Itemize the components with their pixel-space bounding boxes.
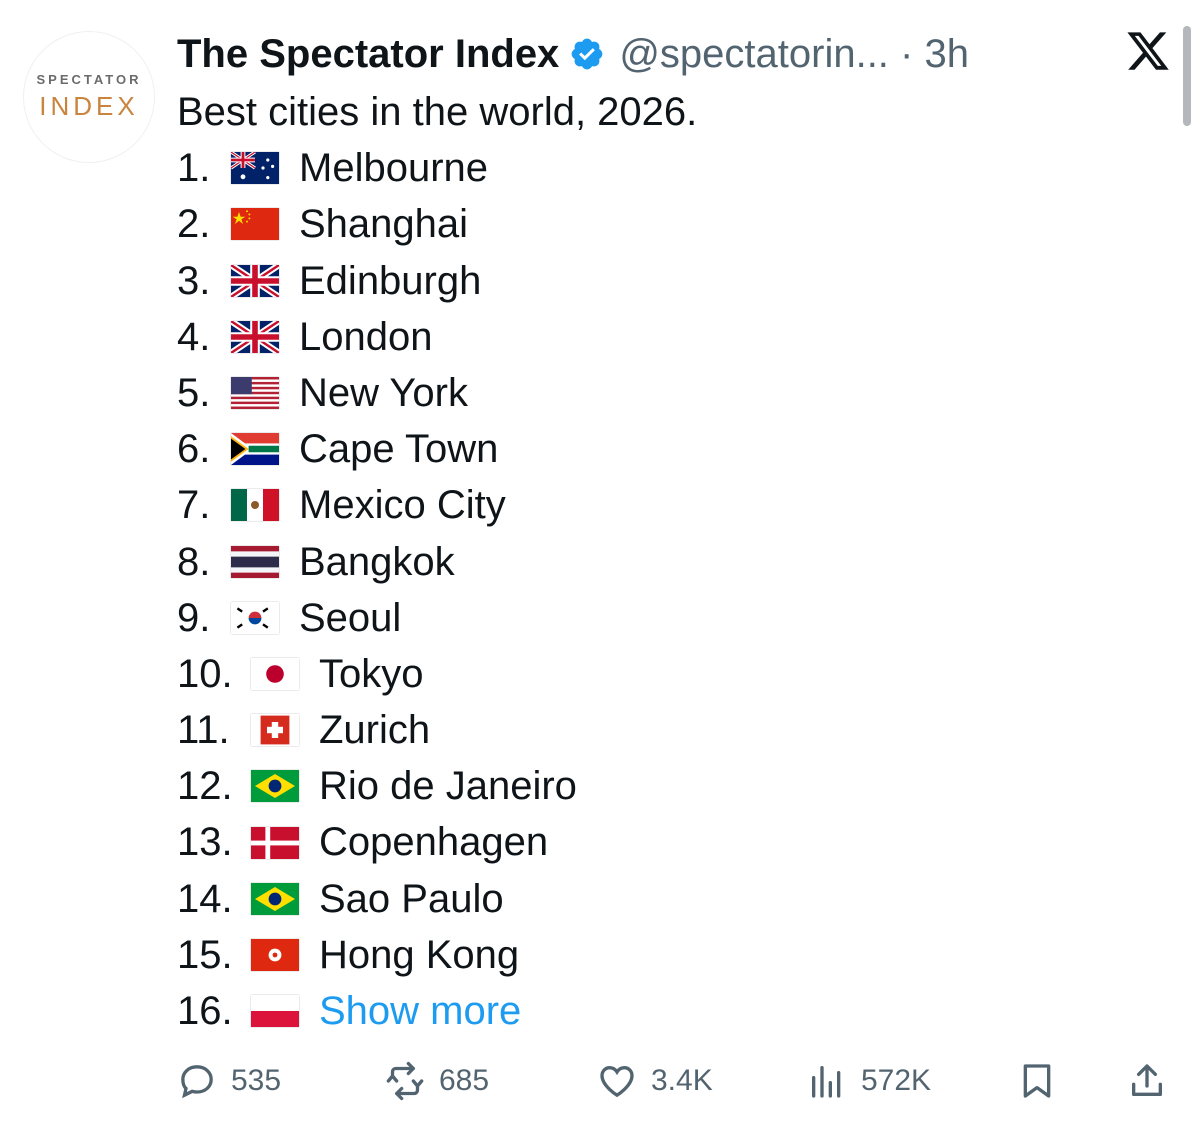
tweet-actions: 535 685 3.4K 572K bbox=[177, 1055, 1177, 1111]
rank-number: 9. bbox=[177, 595, 211, 640]
list-item: 2. Shanghai bbox=[177, 196, 1167, 252]
thailand-flag-icon bbox=[231, 545, 279, 578]
heart-icon bbox=[600, 1065, 634, 1098]
list-item: 3. Edinburgh bbox=[177, 253, 1167, 309]
share-button[interactable] bbox=[1127, 1061, 1181, 1101]
hong-kong-flag-icon bbox=[251, 938, 299, 971]
south-africa-flag-icon bbox=[231, 433, 279, 466]
city-name: London bbox=[299, 314, 433, 359]
list-item: 6. Cape Town bbox=[177, 421, 1167, 477]
list-item: 16. Show more bbox=[177, 983, 1167, 1039]
list-item: 8. Bangkok bbox=[177, 534, 1167, 590]
city-list: 1. Melbourne 2. Shanghai 3. Edinburgh 4. London… bbox=[177, 140, 1167, 1039]
views-count: 572K bbox=[861, 1064, 932, 1097]
list-item: 10. Tokyo bbox=[177, 646, 1167, 702]
list-item: 5. New York bbox=[177, 365, 1167, 421]
analytics-icon bbox=[812, 1066, 841, 1098]
rank-number: 3. bbox=[177, 258, 211, 303]
list-item: 15. Hong Kong bbox=[177, 927, 1167, 983]
author-handle-time[interactable]: @spectatorin... · 3h bbox=[619, 32, 969, 77]
denmark-flag-icon bbox=[251, 826, 299, 859]
list-item: 14. Sao Paulo bbox=[177, 871, 1167, 927]
list-item: 1. Melbourne bbox=[177, 140, 1167, 196]
city-name: Copenhagen bbox=[319, 820, 549, 865]
avatar-line1: SPECTATOR bbox=[36, 72, 142, 87]
avatar-line2: INDEX bbox=[39, 91, 139, 121]
reply-button[interactable]: 535 bbox=[177, 1061, 281, 1101]
city-name: Sao Paulo bbox=[319, 876, 504, 921]
mexico-flag-icon bbox=[231, 489, 279, 522]
city-name: Bangkok bbox=[299, 539, 455, 584]
show-more-link[interactable]: Show more bbox=[319, 983, 521, 1039]
rank-number: 13. bbox=[177, 820, 233, 865]
x-logo-icon[interactable] bbox=[1124, 28, 1172, 74]
avatar[interactable]: SPECTATOR INDEX bbox=[24, 32, 154, 162]
tweet-headline: Best cities in the world, 2026. bbox=[177, 90, 698, 134]
bookmark-icon bbox=[1023, 1064, 1051, 1098]
rank-number: 14. bbox=[177, 876, 233, 921]
city-name: Hong Kong bbox=[319, 932, 520, 977]
like-button[interactable]: 3.4K bbox=[597, 1061, 713, 1101]
like-count: 3.4K bbox=[651, 1064, 713, 1097]
list-item: 4. London bbox=[177, 309, 1167, 365]
rank-number: 7. bbox=[177, 483, 211, 528]
rank-number: 5. bbox=[177, 370, 211, 415]
city-name: Rio de Janeiro bbox=[319, 764, 577, 809]
south-korea-flag-icon bbox=[231, 601, 279, 634]
city-name: New York bbox=[299, 370, 468, 415]
city-name: Shanghai bbox=[299, 202, 469, 247]
city-name: Seoul bbox=[299, 595, 402, 640]
list-item: 7. Mexico City bbox=[177, 477, 1167, 533]
list-item: 11. Zurich bbox=[177, 702, 1167, 758]
verified-badge-icon bbox=[571, 38, 603, 70]
scrollbar[interactable] bbox=[1183, 26, 1191, 126]
city-name: Edinburgh bbox=[299, 258, 482, 303]
city-name: Mexico City bbox=[299, 483, 506, 528]
list-item: 13. Copenhagen bbox=[177, 814, 1167, 870]
repost-icon bbox=[386, 1061, 424, 1101]
list-item: 9. Seoul bbox=[177, 590, 1167, 646]
share-icon bbox=[1132, 1064, 1162, 1096]
rank-number: 2. bbox=[177, 202, 211, 247]
japan-flag-icon bbox=[251, 657, 299, 690]
rank-number: 6. bbox=[177, 427, 211, 472]
list-item: 12. Rio de Janeiro bbox=[177, 758, 1167, 814]
bookmark-button[interactable] bbox=[1017, 1061, 1071, 1101]
uk-flag-icon bbox=[231, 320, 279, 353]
usa-flag-icon bbox=[231, 377, 279, 410]
rank-number: 10. bbox=[177, 651, 233, 696]
author-name[interactable]: The Spectator Index bbox=[177, 32, 559, 77]
rank-number: 8. bbox=[177, 539, 211, 584]
city-name: Melbourne bbox=[299, 146, 489, 191]
city-name: Tokyo bbox=[319, 651, 424, 696]
poland-flag-icon bbox=[251, 995, 299, 1028]
rank-number: 12. bbox=[177, 764, 233, 809]
views-button[interactable]: 572K bbox=[807, 1061, 931, 1101]
tweet-header: The Spectator Index @spectatorin... · 3h bbox=[177, 26, 969, 82]
repost-count: 685 bbox=[439, 1064, 490, 1097]
repost-button[interactable]: 685 bbox=[385, 1061, 489, 1101]
switzerland-flag-icon bbox=[251, 714, 299, 747]
tweet-text: Best cities in the world, 2026. 1. Melbou… bbox=[177, 84, 1167, 1039]
reply-icon bbox=[181, 1065, 213, 1099]
city-name: Zurich bbox=[319, 708, 431, 753]
city-name: Cape Town bbox=[299, 427, 499, 472]
reply-count: 535 bbox=[231, 1064, 282, 1097]
brazil-flag-icon bbox=[251, 882, 299, 915]
rank-number: 1. bbox=[177, 146, 211, 191]
rank-number: 16. bbox=[177, 989, 233, 1033]
uk-flag-icon bbox=[231, 264, 279, 297]
rank-number: 4. bbox=[177, 314, 211, 359]
australia-flag-icon bbox=[231, 152, 279, 185]
rank-number: 11. bbox=[177, 708, 230, 753]
rank-number: 15. bbox=[177, 932, 233, 977]
china-flag-icon bbox=[231, 208, 279, 241]
brazil-flag-icon bbox=[251, 770, 299, 803]
